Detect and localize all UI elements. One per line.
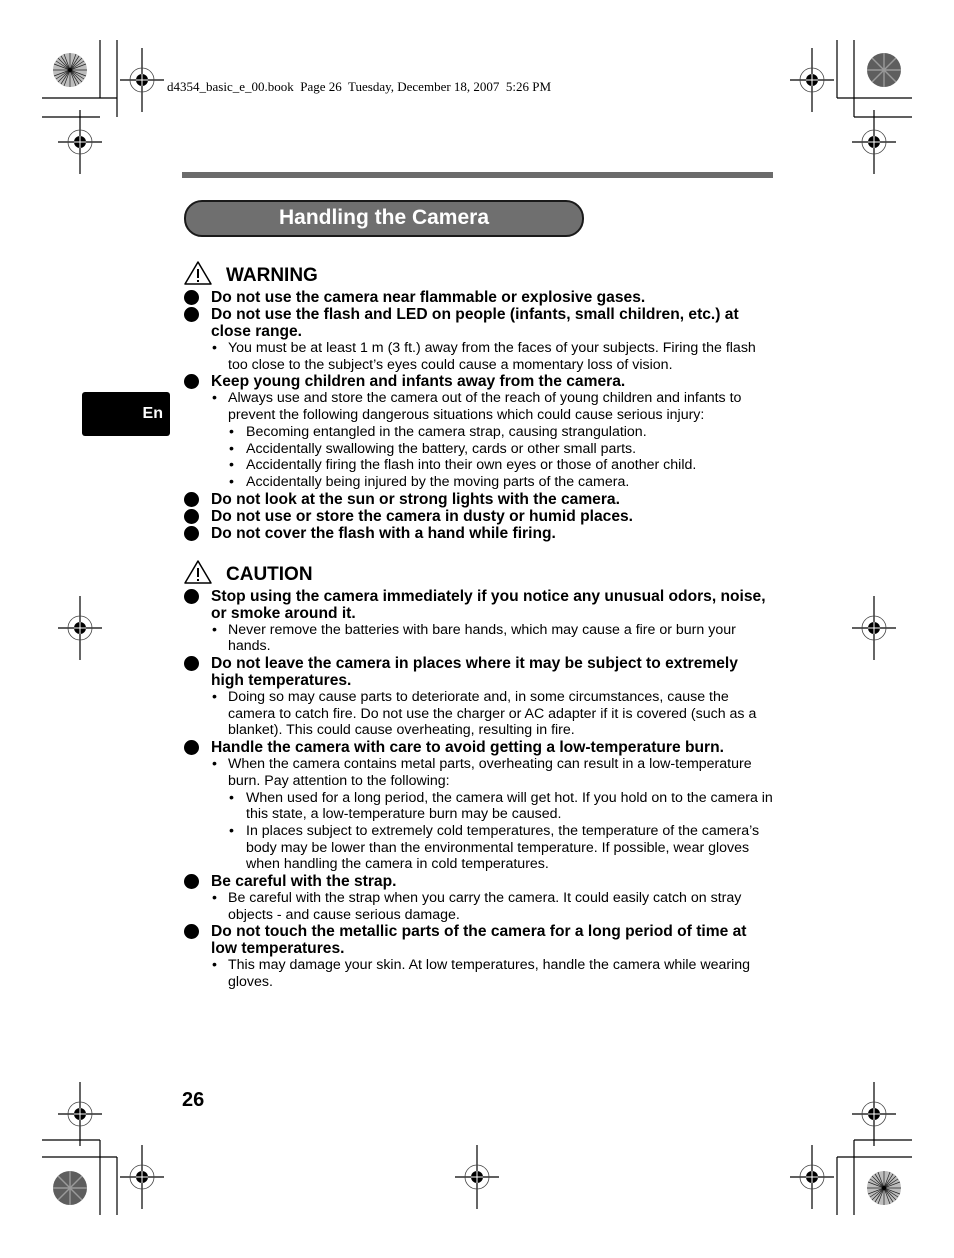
safety-item: Do not look at the sun or strong lights … (183, 491, 775, 508)
safety-content: WARNING Do not use the camera near flamma… (183, 260, 775, 991)
small-bullet-icon: • (212, 890, 217, 907)
print-header-info: d4354_basic_e_00.book Page 26 Tuesday, D… (167, 79, 552, 94)
nested-bullet-text: In places subject to extremely cold temp… (246, 822, 760, 873)
small-bullet-icon: • (212, 390, 217, 407)
small-bullet-icon: • (229, 440, 234, 457)
safety-item: Stop using the camera immediately if you… (183, 588, 775, 622)
nested-bullet-text: Accidentally firing the flash into their… (246, 457, 697, 474)
small-bullet-icon: • (229, 423, 234, 440)
detail-bullet: • When the camera contains metal parts, o… (183, 756, 775, 789)
bullet-dot-icon (184, 491, 199, 507)
bullet-dot-icon (184, 374, 199, 390)
detail-bullet: • Never remove the batteries with bare ha… (183, 622, 775, 655)
nested-bullet-text: When used for a long period, the camera … (246, 789, 773, 823)
safety-item: Do not use the flash and LED on people (… (183, 306, 775, 340)
bullet-dot-icon (184, 874, 199, 890)
small-bullet-icon: • (212, 957, 217, 974)
safety-item-text: Do not touch the metallic parts of the c… (211, 923, 747, 958)
caution-triangle-icon (183, 559, 213, 585)
small-bullet-icon: • (212, 340, 217, 356)
nested-bullet-text: Accidentally being injured by the moving… (246, 473, 630, 490)
detail-bullet-text: Be careful with the strap when you carry… (228, 890, 742, 923)
page-title-banner: Handling the Camera (184, 200, 584, 237)
nested-bullet: • Accidentally swallowing the battery, ca… (183, 441, 775, 458)
safety-item-text: Stop using the camera immediately if you… (211, 587, 766, 622)
section-heading: CAUTION (183, 559, 775, 587)
page-title: Handling the Camera (278, 206, 490, 229)
nested-bullet-text: Becoming entangled in the camera strap, … (246, 423, 647, 440)
safety-item-text: Do not cover the flash with a hand while… (211, 524, 556, 542)
section-heading-label: WARNING (226, 265, 318, 286)
detail-bullet: • Always use and store the camera out of … (183, 390, 775, 423)
language-tab: En (82, 392, 170, 436)
nested-bullet: • Becoming entangled in the camera strap,… (183, 424, 775, 441)
safety-item: Keep young children and infants away fro… (183, 373, 775, 390)
page-number: 26 (182, 1089, 205, 1111)
nested-bullet-text: Accidentally swallowing the battery, car… (246, 440, 637, 457)
safety-item-text: Do not leave the camera in places where … (211, 655, 738, 690)
nested-bullet: • In places subject to extremely cold tem… (183, 823, 775, 873)
detail-bullet: • This may damage your skin. At low tempe… (183, 957, 775, 990)
section-heading-label: CAUTION (226, 563, 313, 585)
safety-item: Do not touch the metallic parts of the c… (183, 923, 775, 957)
detail-bullet-text: Doing so may cause parts to deteriorate … (228, 689, 757, 739)
safety-item: Do not use the camera near flammable or … (183, 289, 775, 306)
safety-item-text: Do not use or store the camera in dusty … (211, 507, 633, 525)
nested-bullet: • Accidentally firing the flash into thei… (183, 457, 775, 474)
detail-bullet-text: When the camera contains metal parts, ov… (228, 756, 752, 789)
detail-bullet: • Doing so may cause parts to deteriorate… (183, 689, 775, 739)
section-heading: WARNING (183, 260, 775, 288)
section-caution: CAUTION Stop using the camera immediately… (183, 559, 775, 991)
bullet-dot-icon (184, 740, 199, 756)
safety-item-text: Do not use the camera near flammable or … (211, 289, 646, 306)
bullet-dot-icon (184, 924, 199, 940)
small-bullet-icon: • (212, 756, 217, 773)
bullet-dot-icon (184, 588, 199, 604)
detail-bullet: • Be careful with the strap when you carr… (183, 890, 775, 923)
top-rule (182, 172, 773, 178)
safety-item: Do not leave the camera in places where … (183, 655, 775, 689)
detail-bullet-text: Never remove the batteries with bare han… (228, 621, 736, 655)
safety-item-text: Do not look at the sun or strong lights … (211, 490, 620, 508)
section-warning: WARNING Do not use the camera near flamma… (183, 260, 775, 542)
safety-item-text: Keep young children and infants away fro… (211, 373, 626, 391)
detail-bullet-text: This may damage your skin. At low temper… (228, 957, 751, 991)
small-bullet-icon: • (229, 457, 234, 474)
warning-triangle-icon (183, 260, 213, 286)
safety-item: Do not cover the flash with a hand while… (183, 525, 775, 542)
detail-bullet-text: You must be at least 1 m (3 ft.) away fr… (228, 340, 756, 373)
small-bullet-icon: • (212, 621, 217, 638)
bullet-dot-icon (184, 508, 199, 524)
small-bullet-icon: • (229, 822, 234, 839)
small-bullet-icon: • (229, 473, 234, 490)
safety-item: Handle the camera with care to avoid get… (183, 739, 775, 756)
nested-bullet: • When used for a long period, the camera… (183, 790, 775, 823)
nested-bullet: • Accidentally being injured by the movin… (183, 474, 775, 491)
detail-bullet-text: Always use and store the camera out of t… (228, 390, 742, 424)
bullet-dot-icon (184, 290, 199, 305)
safety-item-text: Be careful with the strap. (211, 873, 397, 891)
safety-item: Do not use or store the camera in dusty … (183, 508, 775, 525)
safety-item-text: Do not use the flash and LED on people (… (211, 306, 739, 340)
small-bullet-icon: • (229, 789, 234, 806)
safety-item-text: Handle the camera with care to avoid get… (211, 739, 724, 757)
small-bullet-icon: • (212, 689, 217, 706)
language-tab-label: En (142, 405, 163, 422)
bullet-dot-icon (184, 525, 199, 541)
safety-item: Be careful with the strap. (183, 873, 775, 890)
detail-bullet: • You must be at least 1 m (3 ft.) away f… (183, 340, 775, 373)
bullet-dot-icon (184, 656, 199, 672)
bullet-dot-icon (184, 307, 199, 322)
